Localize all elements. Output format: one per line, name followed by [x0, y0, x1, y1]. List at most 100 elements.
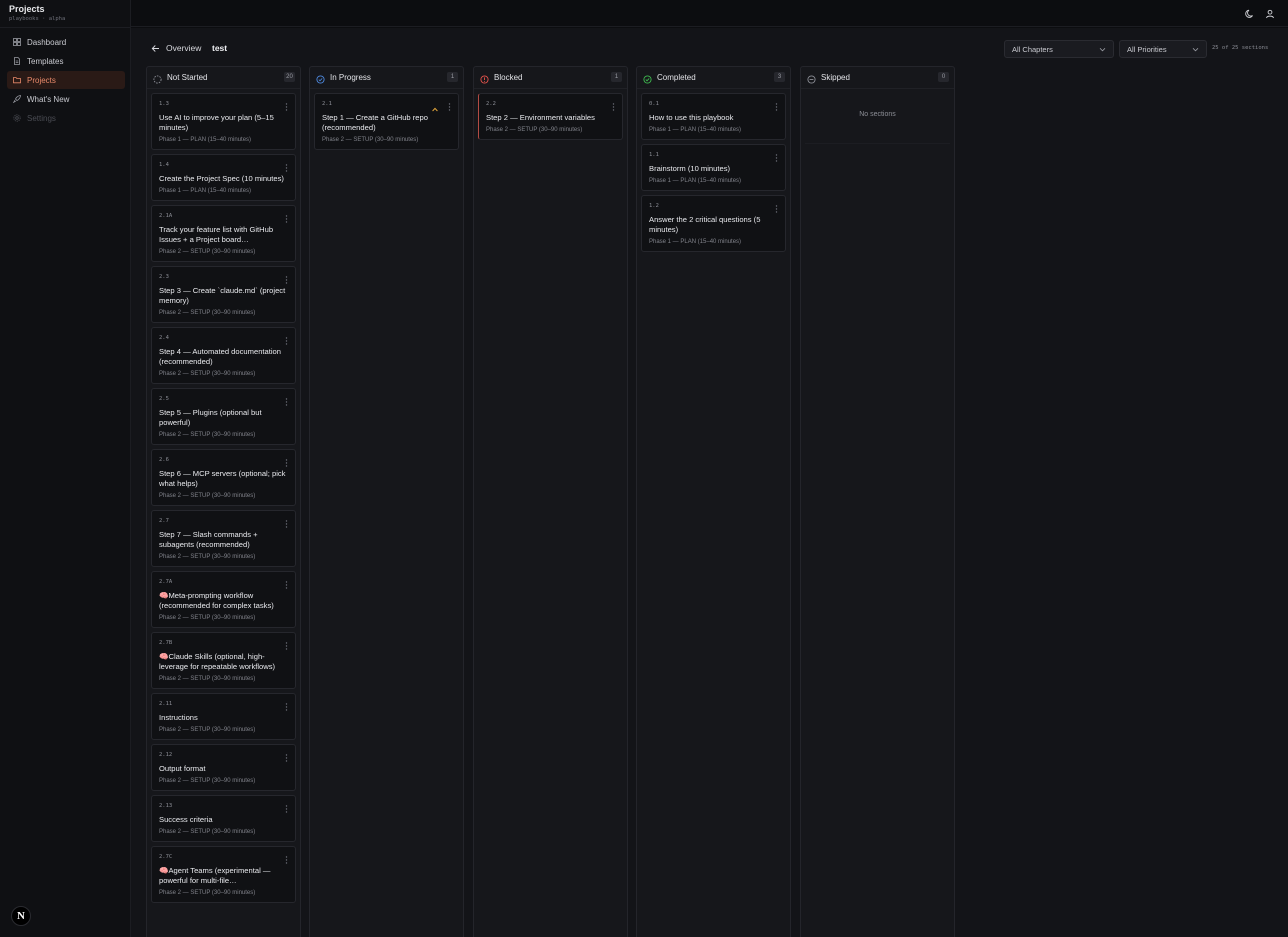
- section-card[interactable]: 2.2 Step 2 — Environment variables Phase 2…: [478, 93, 623, 140]
- section-card[interactable]: 2.4 Step 4 — Automated documentation (rec…: [151, 327, 296, 384]
- section-phase: Phase 2 — SETUP (30–90 minutes): [159, 778, 256, 784]
- section-card[interactable]: 2.1 Step 1 — Create a GitHub repo (recomm…: [314, 93, 459, 150]
- column-count-badge: 3: [774, 72, 785, 82]
- section-card[interactable]: 2.7A 🧠Meta-prompting workflow (recommende…: [151, 571, 296, 628]
- section-number: 2.7C: [159, 854, 173, 860]
- section-card[interactable]: 2.13 Success criteria Phase 2 — SETUP (30–…: [151, 795, 296, 842]
- chapter-filter-value: All Chapters: [1012, 44, 1053, 54]
- drag-handle-icon[interactable]: [612, 100, 615, 111]
- section-title: 🧠Meta-prompting workflow (recommended fo…: [159, 591, 274, 610]
- section-card[interactable]: 2.5 Step 5 — Plugins (optional but powerf…: [151, 388, 296, 445]
- section-title: Step 1 — Create a GitHub repo (recommend…: [322, 113, 428, 132]
- section-number: 1.1: [649, 152, 659, 158]
- section-phase: Phase 2 — SETUP (30–90 minutes): [322, 137, 419, 143]
- section-card[interactable]: 1.4 Create the Project Spec (10 minutes) P…: [151, 154, 296, 201]
- section-phase: Phase 1 — PLAN (15–40 minutes): [159, 137, 252, 143]
- app-logo[interactable]: N: [11, 906, 31, 926]
- drag-handle-icon[interactable]: [285, 639, 288, 650]
- minus-circle-icon: [807, 73, 816, 84]
- sidebar-item-label: Settings: [27, 113, 56, 123]
- drag-handle-icon[interactable]: [285, 273, 288, 284]
- drag-handle-icon[interactable]: [285, 853, 288, 864]
- chapter-filter-select[interactable]: All Chapters: [1004, 40, 1114, 58]
- sidebar-item-whats-new[interactable]: What's New: [7, 90, 125, 108]
- back-label: Overview: [166, 43, 202, 53]
- drag-handle-icon[interactable]: [285, 334, 288, 345]
- column-header: Skipped 0: [801, 67, 954, 89]
- section-card[interactable]: 2.6 Step 6 — MCP servers (optional; pick …: [151, 449, 296, 506]
- top-bar: [131, 0, 1288, 27]
- sidebar-item-templates[interactable]: Templates: [7, 52, 125, 70]
- user-icon[interactable]: [1265, 8, 1275, 19]
- section-title: Output format: [159, 764, 206, 773]
- drag-handle-icon[interactable]: [285, 802, 288, 813]
- section-card[interactable]: 2.12 Output format Phase 2 — SETUP (30–90 …: [151, 744, 296, 791]
- drag-handle-icon[interactable]: [285, 751, 288, 762]
- section-title: Step 7 — Slash commands + subagents (rec…: [159, 530, 258, 549]
- drag-handle-icon[interactable]: [285, 161, 288, 172]
- sidebar-item-label: What's New: [27, 94, 70, 104]
- section-number: 2.2: [486, 101, 496, 107]
- section-card[interactable]: 2.11 Instructions Phase 2 — SETUP (30–90 m…: [151, 693, 296, 740]
- section-number: 2.7: [159, 518, 169, 524]
- section-number: 1.4: [159, 162, 169, 168]
- column-count-badge: 20: [284, 72, 295, 82]
- drag-handle-icon[interactable]: [285, 395, 288, 406]
- drag-handle-icon[interactable]: [448, 100, 451, 111]
- drag-handle-icon[interactable]: [285, 700, 288, 711]
- section-card[interactable]: 0.1 How to use this playbook Phase 1 — PLA…: [641, 93, 786, 140]
- check-circle-icon: [643, 73, 652, 84]
- section-phase: Phase 2 — SETUP (30–90 minutes): [159, 727, 256, 733]
- theme-toggle-moon-icon[interactable]: [1245, 8, 1255, 18]
- sidebar-item-settings[interactable]: Settings: [7, 109, 125, 127]
- back-to-overview-link[interactable]: Overview: [151, 43, 201, 53]
- drag-handle-icon[interactable]: [285, 212, 288, 223]
- drag-handle-icon[interactable]: [285, 100, 288, 111]
- section-number: 2.7B: [159, 640, 173, 646]
- column-title: Blocked: [494, 73, 523, 82]
- chevron-down-icon: [1099, 46, 1106, 53]
- section-phase: Phase 2 — SETUP (30–90 minutes): [159, 829, 256, 835]
- app-subtitle: playbooks · alpha: [9, 16, 66, 22]
- section-card[interactable]: 2.1A Track your feature list with GitHub …: [151, 205, 296, 262]
- section-phase: Phase 2 — SETUP (30–90 minutes): [159, 493, 256, 499]
- column-header: Completed 3: [637, 67, 790, 89]
- drag-handle-icon[interactable]: [775, 202, 778, 213]
- section-title: Step 4 — Automated documentation (recomm…: [159, 347, 282, 366]
- section-number: 2.11: [159, 701, 173, 707]
- section-card[interactable]: 2.7C 🧠Agent Teams (experimental — powerfu…: [151, 846, 296, 903]
- section-number: 2.3: [159, 274, 169, 280]
- drag-handle-icon[interactable]: [285, 517, 288, 528]
- section-phase: Phase 2 — SETUP (30–90 minutes): [159, 890, 256, 896]
- section-card[interactable]: 2.3 Step 3 — Create `claude.md` (project …: [151, 266, 296, 323]
- section-card[interactable]: 1.1 Brainstorm (10 minutes) Phase 1 — PLAN…: [641, 144, 786, 191]
- sidebar-item-dashboard[interactable]: Dashboard: [7, 33, 125, 51]
- section-count: 25 of 25 sections: [1212, 45, 1269, 51]
- priority-filter-select[interactable]: All Priorities: [1119, 40, 1207, 58]
- section-phase: Phase 2 — SETUP (30–90 minutes): [159, 249, 256, 255]
- divider: [0, 27, 131, 28]
- section-title: Use AI to improve your plan (5–15 minute…: [159, 113, 274, 132]
- drag-handle-icon[interactable]: [775, 151, 778, 162]
- sidebar-item-label: Projects: [27, 75, 56, 85]
- column-header: In Progress 1: [310, 67, 463, 89]
- section-number: 0.1: [649, 101, 659, 107]
- section-card[interactable]: 2.7B 🧠Claude Skills (optional, high-lever…: [151, 632, 296, 689]
- drag-handle-icon[interactable]: [775, 100, 778, 111]
- empty-state-text: No sections: [805, 89, 950, 144]
- section-card[interactable]: 1.2 Answer the 2 critical questions (5 mi…: [641, 195, 786, 252]
- section-card[interactable]: 1.3 Use AI to improve your plan (5–15 min…: [151, 93, 296, 150]
- drag-handle-icon[interactable]: [285, 456, 288, 467]
- column-title: Completed: [657, 73, 696, 82]
- column-in-progress: In Progress 1 2.1 Step 1 — Create a GitHu…: [309, 66, 464, 937]
- gear-icon: [13, 114, 21, 122]
- section-phase: Phase 2 — SETUP (30–90 minutes): [159, 310, 256, 316]
- section-title: Track your feature list with GitHub Issu…: [159, 225, 274, 244]
- section-card[interactable]: 2.7 Step 7 — Slash commands + subagents (…: [151, 510, 296, 567]
- section-number: 2.12: [159, 752, 173, 758]
- section-phase: Phase 2 — SETUP (30–90 minutes): [159, 676, 256, 682]
- rocket-icon: [13, 95, 21, 103]
- sidebar-item-projects[interactable]: Projects: [7, 71, 125, 89]
- drag-handle-icon[interactable]: [285, 578, 288, 589]
- priority-filter-value: All Priorities: [1127, 44, 1167, 54]
